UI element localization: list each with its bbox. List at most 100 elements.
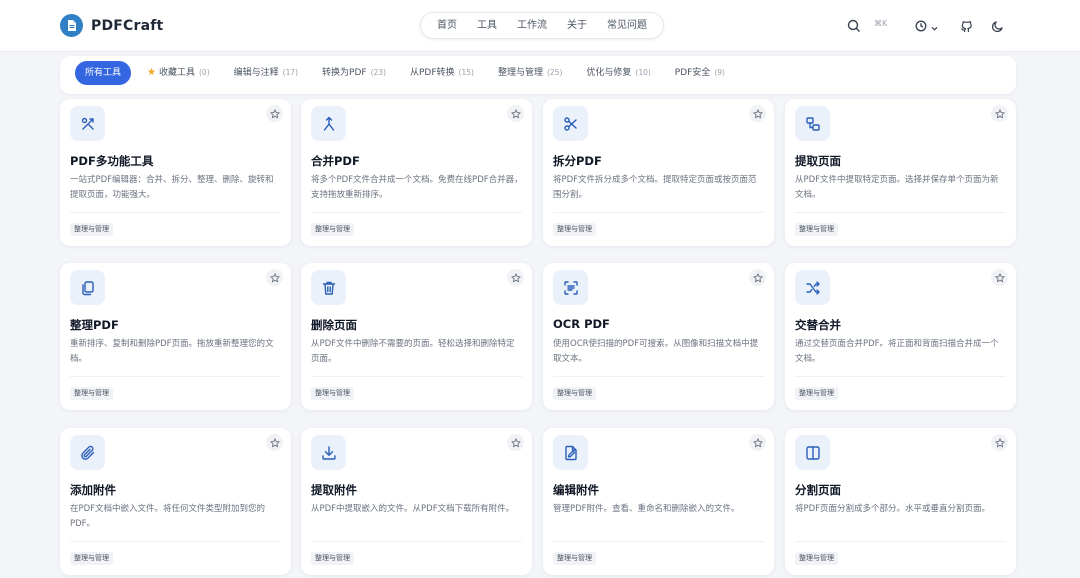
tool-title: 整理PDF (70, 318, 119, 332)
tool-description: 从PDF中提取嵌入的文件。从PDF文档下载所有附件。 (311, 504, 515, 514)
tool-description: 从PDF文件中提取特定页面。选择并保存单个页面为新文档。 (795, 175, 999, 200)
top-header: PDFCraft 首页 工具 工作流 关于 常见问题 ⌘K (0, 0, 1080, 52)
tool-card-columns[interactable]: 分割页面 将PDF页面分割成多个部分。水平或垂直分割页面。 整理与管理 (785, 428, 1016, 575)
category-tag: 整理与管理 (70, 552, 113, 565)
logo-icon (60, 14, 83, 37)
category-tag: 整理与管理 (70, 223, 113, 236)
nav-about[interactable]: 关于 (557, 13, 597, 38)
clock-icon (915, 17, 927, 36)
tool-description: 管理PDF附件。查看、重命名和删除嵌入的文件。 (553, 504, 740, 514)
favorite-star-icon[interactable] (507, 434, 524, 451)
tool-title: 交替合并 (795, 318, 841, 332)
filter-convert-to-pdf[interactable]: 转换为PDF (23) (310, 61, 398, 85)
tool-description: 将PDF页面分割成多个部分。水平或垂直分割页面。 (795, 504, 991, 514)
card-divider (553, 376, 764, 377)
card-divider (795, 376, 1006, 377)
recent-button[interactable] (915, 17, 938, 36)
tool-description: 将PDF文件拆分成多个文档。提取特定页面或按页面范围分割。 (553, 175, 757, 200)
tool-card-trash[interactable]: 删除页面从PDF文件中删除不需要的页面。轻松选择和删除特定页面。整理与管理 (301, 263, 532, 410)
tool-title: 添加附件 (70, 483, 116, 497)
card-divider (553, 212, 764, 213)
card-divider (795, 212, 1006, 213)
card-divider (70, 212, 281, 213)
tool-description: 从PDF文件中删除不需要的页面。轻松选择和删除特定页面。 (311, 339, 515, 364)
paperclip-icon (70, 435, 105, 470)
tool-card-extract-pages[interactable]: 提取页面从PDF文件中提取特定页面。选择并保存单个页面为新文档。整理与管理 (785, 99, 1016, 246)
tool-title: 合并PDF (311, 154, 360, 168)
favorite-star-icon[interactable] (991, 269, 1008, 286)
category-tag: 整理与管理 (795, 223, 838, 236)
nav-workflow[interactable]: 工作流 (507, 13, 557, 38)
tool-card-shuffle[interactable]: 交替合并 通过交替页面合并PDF。将正面和背面扫描合并成一个文档。 整理与管理 (785, 263, 1016, 410)
category-tag: 整理与管理 (553, 387, 596, 400)
tool-card-copy[interactable]: 整理PDF 重新排序、复制和删除PDF页面。拖放重新整理您的文档。整理与管理 (60, 263, 291, 410)
category-tag: 整理与管理 (795, 552, 838, 565)
tool-card-download[interactable]: 提取附件 从PDF中提取嵌入的文件。从PDF文档下载所有附件。 整理与管理 (301, 428, 532, 575)
favorite-star-icon[interactable] (266, 269, 283, 286)
favorite-star-icon[interactable] (507, 269, 524, 286)
tools-icon (70, 106, 105, 141)
scan-text-icon (553, 270, 588, 305)
filter-organize-manage[interactable]: 整理与管理 (25) (486, 61, 574, 85)
tool-description: 重新排序、复制和删除PDF页面。拖放重新整理您的文档。 (70, 339, 274, 364)
github-icon[interactable] (958, 18, 974, 34)
tool-card-paperclip[interactable]: 添加附件 在PDF文档中嵌入文件。将任何文件类型附加到您的PDF。 整理与管理 (60, 428, 291, 575)
columns-icon (795, 435, 830, 470)
filter-edit-annotate[interactable]: 编辑与注释 (17) (222, 61, 310, 85)
filter-all[interactable]: 所有工具 (75, 61, 132, 85)
scissors-icon (553, 106, 588, 141)
category-filter-bar: 所有工具 ★ 收藏工具 (0) 编辑与注释 (17) 转换为PDF (23) 从PDF… (60, 56, 1016, 94)
tool-description: 一站式PDF编辑器：合并、拆分、整理、删除、旋转和提取页面，功能强大。 (70, 175, 274, 200)
filter-convert-from-pdf[interactable]: 从PDF转换 (15) (398, 61, 486, 85)
file-edit-icon (553, 435, 588, 470)
tool-card-merge[interactable]: 合并PDF 将多个PDF文件合并成一个文档。免费在线PDF合并器，支持拖放重新排序… (301, 99, 532, 246)
nav-tools[interactable]: 工具 (467, 13, 507, 38)
card-divider (311, 212, 522, 213)
card-divider (70, 376, 281, 377)
card-divider (795, 541, 1006, 542)
nav-faq[interactable]: 常见问题 (597, 13, 657, 38)
tool-card-tools[interactable]: PDF多功能工具一站式PDF编辑器：合并、拆分、整理、删除、旋转和提取页面，功能… (60, 99, 291, 246)
main-nav: 首页 工具 工作流 关于 常见问题 (420, 12, 664, 39)
favorite-star-icon[interactable] (266, 105, 283, 122)
category-tag: 整理与管理 (311, 387, 354, 400)
trash-icon (311, 270, 346, 305)
filter-optimize-repair[interactable]: 优化与修复 (10) (574, 61, 662, 85)
category-tag: 整理与管理 (553, 552, 596, 565)
copy-icon (70, 270, 105, 305)
category-tag: 整理与管理 (311, 223, 354, 236)
favorite-star-icon[interactable] (749, 105, 766, 122)
tool-title: 拆分PDF (553, 154, 602, 168)
filter-pdf-security[interactable]: PDF安全 (9) (663, 61, 737, 85)
tool-title: 提取附件 (311, 483, 357, 497)
card-divider (553, 541, 764, 542)
favorite-star-icon[interactable] (749, 434, 766, 451)
search-icon[interactable] (846, 18, 862, 34)
search-shortcut: ⌘K (874, 19, 888, 28)
favorite-star-icon[interactable] (991, 434, 1008, 451)
filter-favorites[interactable]: ★ 收藏工具 (0) (135, 61, 222, 85)
chevron-down-icon (931, 17, 938, 36)
favorite-star-icon[interactable] (991, 105, 1008, 122)
nav-home[interactable]: 首页 (427, 13, 467, 38)
category-tag: 整理与管理 (70, 387, 113, 400)
extract-pages-icon (795, 106, 830, 141)
tool-card-scan-text[interactable]: OCR PDF 使用OCR使扫描的PDF可搜索。从图像和扫描文档中提取文本。 整理与… (543, 263, 774, 410)
shuffle-icon (795, 270, 830, 305)
category-tag: 整理与管理 (553, 223, 596, 236)
tool-description: 通过交替页面合并PDF。将正面和背面扫描合并成一个文档。 (795, 339, 999, 364)
tool-description: 将多个PDF文件合并成一个文档。免费在线PDF合并器，支持拖放重新排序。 (311, 175, 523, 200)
star-icon: ★ (147, 67, 156, 78)
tool-title: PDF多功能工具 (70, 154, 154, 168)
favorite-star-icon[interactable] (507, 105, 524, 122)
favorite-star-icon[interactable] (266, 434, 283, 451)
tool-title: 编辑附件 (553, 483, 599, 497)
tool-title: 提取页面 (795, 154, 841, 168)
logo[interactable]: PDFCraft (60, 14, 163, 37)
tool-description: 使用OCR使扫描的PDF可搜索。从图像和扫描文档中提取文本。 (553, 339, 759, 364)
moon-icon[interactable] (989, 18, 1005, 34)
tool-title: 删除页面 (311, 318, 357, 332)
tool-card-scissors[interactable]: 拆分PDF 将PDF文件拆分成多个文档。提取特定页面或按页面范围分割。整理与管理 (543, 99, 774, 246)
tool-card-file-edit[interactable]: 编辑附件管理PDF附件。查看、重命名和删除嵌入的文件。 整理与管理 (543, 428, 774, 575)
favorite-star-icon[interactable] (749, 269, 766, 286)
